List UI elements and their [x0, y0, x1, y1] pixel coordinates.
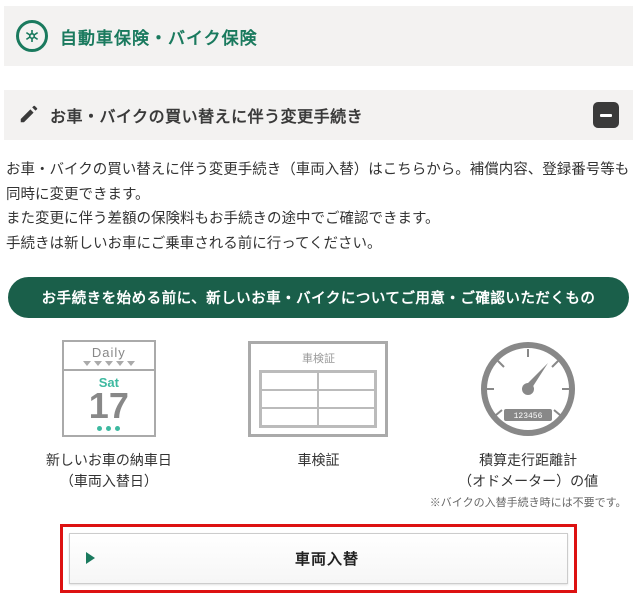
description-text: お車・バイクの買い替えに伴う変更手続き（車両入替）はこちらから。補償内容、登録番… — [0, 140, 637, 263]
preparation-banner: お手続きを始める前に、新しいお車・バイクについてご用意・ご確認いただくもの — [8, 277, 629, 318]
section-header[interactable]: お車・バイクの買い替えに伴う変更手続き — [4, 90, 633, 140]
cta-highlight-frame: 車両入替 — [60, 524, 577, 593]
item-label: 新しいお車の納車日 （車両入替日） — [46, 450, 172, 492]
odometer-digits: 123456 — [514, 412, 543, 421]
calendar-day-number: 17 — [89, 388, 129, 424]
item-odometer: 123456 積算走行距離計 （オドメーター）の値 ※バイクの入替手続き時には不… — [428, 334, 628, 510]
item-label: 積算走行距離計 （オドメーター）の値 — [458, 450, 598, 492]
edit-icon — [18, 103, 40, 128]
calendar-icon: Daily Sat 17 — [62, 340, 156, 437]
preparation-items: Daily Sat 17 新しいお車の納車日 （車両入替日） 車検証 車検証 — [0, 326, 637, 516]
play-arrow-icon — [86, 552, 95, 564]
steering-wheel-icon — [16, 20, 48, 52]
item-delivery-date: Daily Sat 17 新しいお車の納車日 （車両入替日） — [9, 334, 209, 492]
item-vehicle-cert: 車検証 車検証 — [218, 334, 418, 471]
page-header: 自動車保険・バイク保険 — [4, 6, 633, 66]
document-icon: 車検証 — [248, 341, 388, 437]
page-title: 自動車保険・バイク保険 — [60, 24, 258, 49]
section-title: お車・バイクの買い替えに伴う変更手続き — [50, 103, 363, 127]
description-line: また変更に伴う差額の保険料もお手続きの途中でご確認できます。 — [6, 207, 631, 232]
vehicle-replace-button[interactable]: 車両入替 — [69, 533, 568, 584]
cta-label: 車両入替 — [103, 548, 551, 569]
minus-icon — [600, 114, 612, 117]
description-line: 手続きは新しいお車にご乗車される前に行ってください。 — [6, 232, 631, 257]
item-sublabel: ※バイクの入替手続き時には不要です。 — [430, 494, 627, 510]
odometer-icon: 123456 — [468, 339, 588, 439]
calendar-daily-label: Daily — [92, 345, 126, 360]
document-inner-title: 車検証 — [259, 350, 377, 366]
item-label: 車検証 — [297, 450, 339, 471]
description-line: お車・バイクの買い替えに伴う変更手続き（車両入替）はこちらから。補償内容、登録番… — [6, 158, 631, 207]
collapse-button[interactable] — [593, 102, 619, 128]
